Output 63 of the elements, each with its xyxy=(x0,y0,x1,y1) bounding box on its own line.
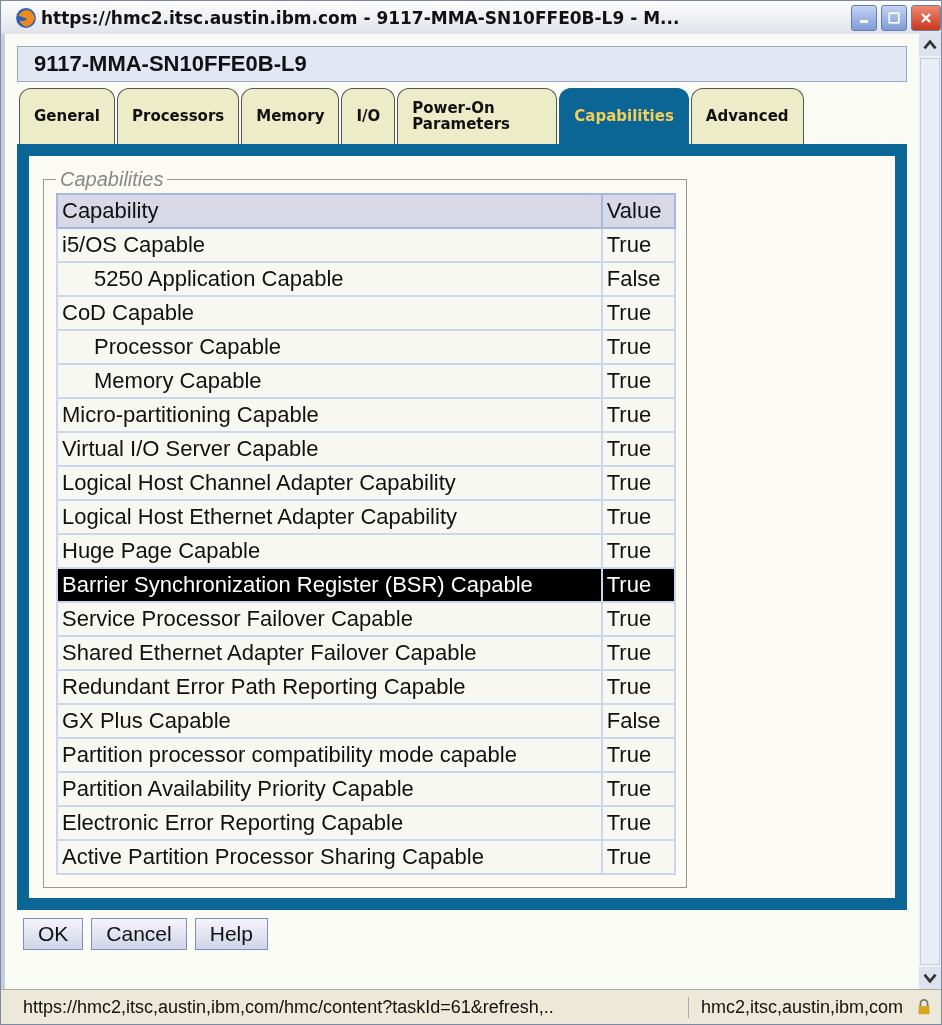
table-cell: False xyxy=(606,266,661,291)
table-cell: True xyxy=(606,674,652,699)
dialog-button[interactable]: OK xyxy=(23,918,84,950)
table-cell: Partition processor compatibility mode capable xyxy=(62,742,517,767)
table-cell: True xyxy=(606,504,652,529)
table-cell: Partition Availability Priority Capable xyxy=(62,776,414,801)
table-cell: True xyxy=(606,742,652,767)
dialog-button[interactable]: Cancel xyxy=(91,918,187,950)
table-cell: Logical Host Ethernet Adapter Capability xyxy=(62,504,457,529)
table-cell: True xyxy=(606,538,652,563)
tab[interactable]: Capabilities xyxy=(559,88,689,144)
table-cell: Memory Capable xyxy=(94,368,262,393)
tab[interactable]: General xyxy=(19,88,115,144)
table-cell: CoD Capable xyxy=(62,300,195,325)
tab[interactable]: Advanced xyxy=(690,88,804,144)
table-cell: Processor Capable xyxy=(94,334,282,359)
column-header[interactable]: Capability xyxy=(57,194,602,228)
table-cell: Shared Ethernet Adapter Failover Capable xyxy=(62,640,477,665)
maximize-button[interactable] xyxy=(881,4,907,31)
table-cell: True xyxy=(606,232,652,257)
table-cell: GX Plus Capable xyxy=(62,708,231,733)
table-cell: True xyxy=(606,436,652,461)
table-cell: Barrier Synchronization Register (BSR) Capable xyxy=(62,572,533,597)
tab[interactable]: I/O xyxy=(341,88,396,144)
table-cell: True xyxy=(606,470,652,495)
tab[interactable]: Memory xyxy=(241,88,340,144)
table-cell: Redundant Error Path Reporting Capable xyxy=(62,674,466,699)
system-name: 9117-MMA-SN10FFE0B-L9 xyxy=(34,51,307,77)
table-cell: Logical Host Channel Adapter Capability xyxy=(62,470,456,495)
column-header[interactable]: Value xyxy=(601,194,675,228)
table-cell: 5250 Application Capable xyxy=(94,266,344,291)
scroll-down-icon[interactable] xyxy=(919,967,941,989)
browser-globe-icon xyxy=(15,6,37,29)
minimize-button[interactable] xyxy=(851,4,877,31)
table-cell: True xyxy=(606,334,652,359)
table-cell: Micro-partitioning Capable xyxy=(62,402,319,427)
scroll-up-icon[interactable] xyxy=(919,34,941,56)
status-url: https://hmc2,itsc,austin,ibm,com/hmc/content?taskId=61&refresh,.. xyxy=(22,996,555,1018)
table-cell: True xyxy=(606,606,652,631)
tab[interactable]: Power-On Parameters xyxy=(397,88,558,144)
status-host: hmc2,itsc,austin,ibm,com xyxy=(687,996,915,1018)
group-legend: Capabilities xyxy=(56,168,168,191)
table-cell: True xyxy=(606,402,652,427)
table-cell: True xyxy=(606,300,652,325)
table-cell: True xyxy=(606,810,652,835)
minimize-icon xyxy=(860,20,868,23)
table-cell: Virtual I/O Server Capable xyxy=(62,436,319,461)
window-title: https://hmc2.itsc.austin.ibm.com - 9117-MMA-SN10FFE0B-L9 - M... xyxy=(41,7,681,28)
table-cell: Service Processor Failover Capable xyxy=(62,606,413,631)
table-cell: Active Partition Processor Sharing Capable xyxy=(62,844,484,869)
close-button[interactable] xyxy=(911,4,941,31)
table-cell: Electronic Error Reporting Capable xyxy=(62,810,404,835)
maximize-icon xyxy=(886,9,902,26)
table-cell: True xyxy=(606,844,652,869)
table-cell: i5/OS Capable xyxy=(62,232,206,257)
tab[interactable]: Processors xyxy=(117,88,240,144)
table-cell: True xyxy=(606,572,652,597)
table-cell: Huge Page Capable xyxy=(62,538,261,563)
table-cell: True xyxy=(606,640,652,665)
table-cell: False xyxy=(606,708,661,733)
table-cell: True xyxy=(606,776,652,801)
table-cell: True xyxy=(606,368,652,393)
dialog-button[interactable]: Help xyxy=(194,918,268,950)
